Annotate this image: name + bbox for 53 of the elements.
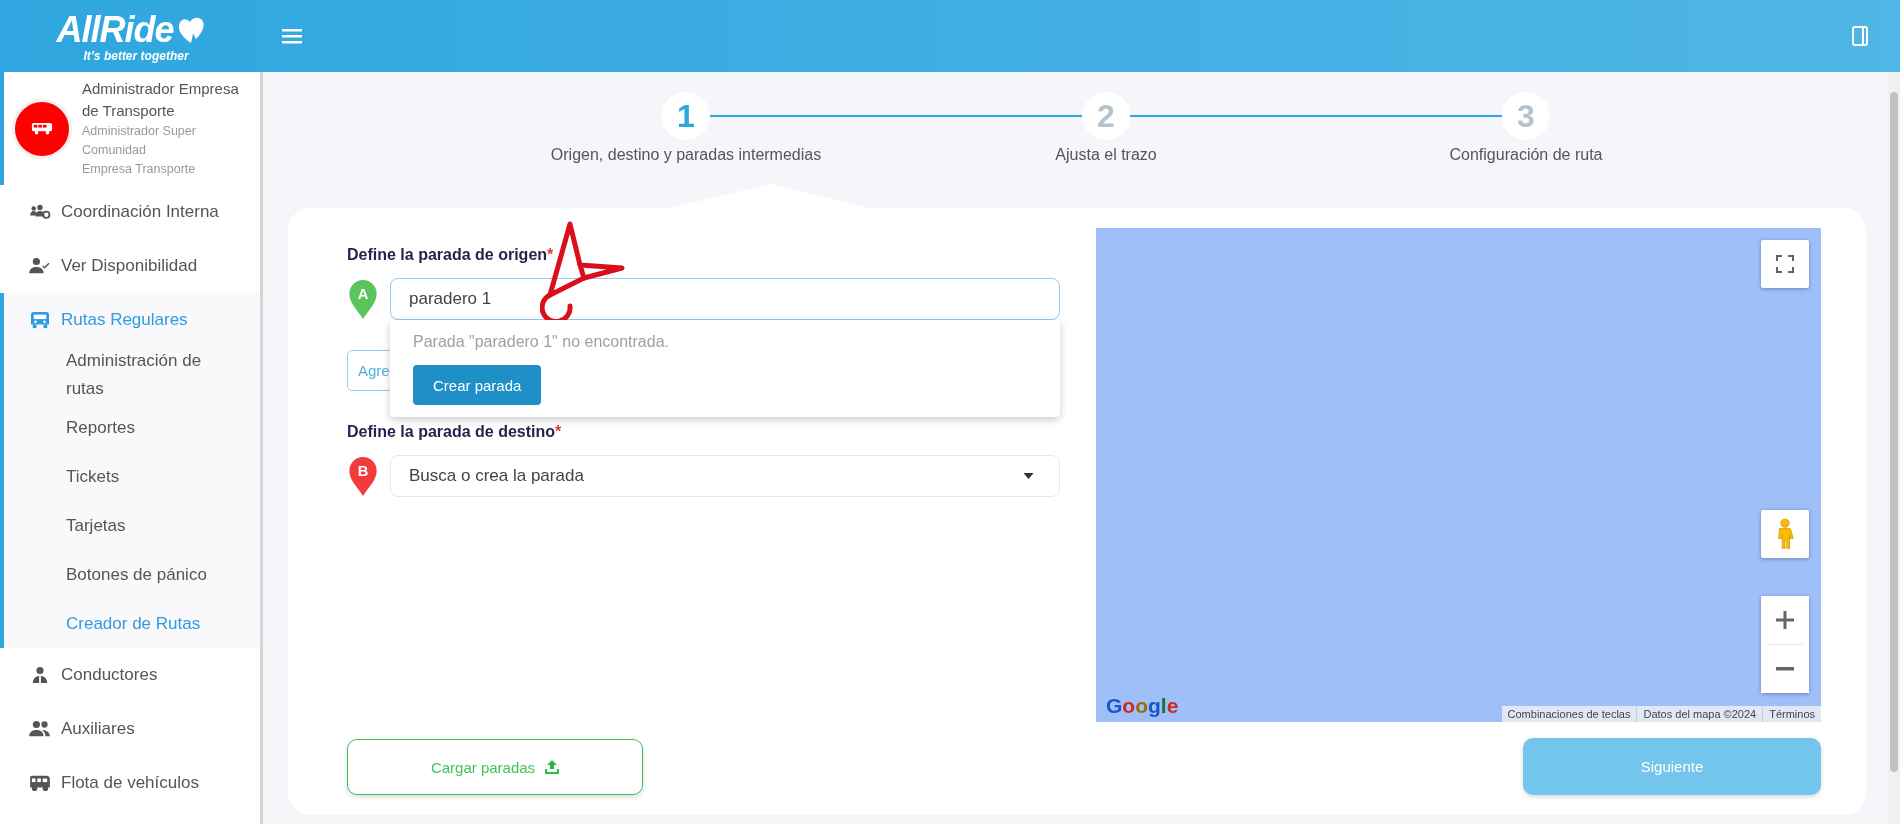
fullscreen-button[interactable] <box>1761 240 1809 288</box>
caret-icon <box>1023 473 1034 479</box>
map-attribution-link[interactable]: Datos del mapa ©2024 <box>1636 706 1763 722</box>
not-found-message: Parada "paradero 1" no encontrada. <box>413 333 669 351</box>
scrollbar[interactable] <box>1890 92 1898 772</box>
user-check-icon <box>29 257 51 275</box>
sidebar-subitem[interactable]: Reportes <box>4 403 260 452</box>
street-view-button[interactable] <box>1761 510 1809 558</box>
destination-select[interactable]: Busca o crea la parada <box>390 455 1060 497</box>
person-figure-icon <box>1776 518 1794 550</box>
upload-icon <box>545 760 560 774</box>
pin-icon: A <box>347 278 379 320</box>
menu-icon[interactable] <box>282 28 302 44</box>
profile-name: Administrador Empresa de Transporte <box>82 79 240 121</box>
team-icon <box>29 203 51 221</box>
map-attribution-link[interactable]: Términos <box>1762 706 1821 722</box>
minus-icon <box>1776 667 1794 671</box>
step-label: Configuración de ruta <box>1449 146 1603 164</box>
field-label: Define la parada de destino* <box>347 423 563 441</box>
step-label: Ajusta el trazo <box>1055 146 1157 164</box>
profile-role: Administrador Super <box>82 123 197 140</box>
field-label: Define la parada de origen* <box>347 246 555 264</box>
sidebar-item[interactable]: Auxiliares <box>0 702 260 756</box>
bus-icon <box>29 311 51 329</box>
step-number: 1 <box>662 92 710 140</box>
users-icon <box>29 720 51 738</box>
bus-icon <box>31 122 53 135</box>
sidebar-subitem[interactable]: Tickets <box>4 452 260 501</box>
step-number: 2 <box>1082 92 1130 140</box>
step-number: 3 <box>1502 92 1550 140</box>
zoom-out-button[interactable] <box>1761 645 1809 693</box>
brand-logo: AllRide <box>56 11 174 49</box>
map-attribution-link[interactable]: Combinaciones de teclas <box>1501 706 1637 722</box>
sidebar-subitem[interactable]: Administración de rutas <box>4 347 260 403</box>
plus-icon <box>1776 611 1794 629</box>
sidebar-subitem[interactable]: Tarjetas <box>4 501 260 550</box>
step-label: Origen, destino y paradas intermedias <box>550 146 822 164</box>
zoom-in-button[interactable] <box>1761 596 1809 644</box>
sidebar-item[interactable]: Conductores <box>0 648 260 702</box>
sidebar-item[interactable]: Flota de vehículos <box>0 756 260 810</box>
sidebar-item[interactable]: Ver Disponibilidad <box>0 239 260 293</box>
profile-role: Empresa Transporte <box>82 161 197 178</box>
side-panel-icon[interactable] <box>1852 26 1868 46</box>
create-stop-button[interactable]: Crear parada <box>413 365 542 405</box>
brand-tagline: It’s better together <box>83 49 189 63</box>
origin-input[interactable]: paradero 1 <box>390 278 1060 320</box>
pin-icon: B <box>347 455 379 497</box>
sidebar-subitem[interactable]: Botones de pánico <box>4 550 260 599</box>
fullscreen-icon <box>1776 255 1794 273</box>
map-logo: Google <box>1106 694 1179 718</box>
van-icon <box>29 774 51 792</box>
profile-role: Comunidad <box>82 142 147 159</box>
sidebar-item[interactable]: Coordinación Interna <box>0 185 260 239</box>
